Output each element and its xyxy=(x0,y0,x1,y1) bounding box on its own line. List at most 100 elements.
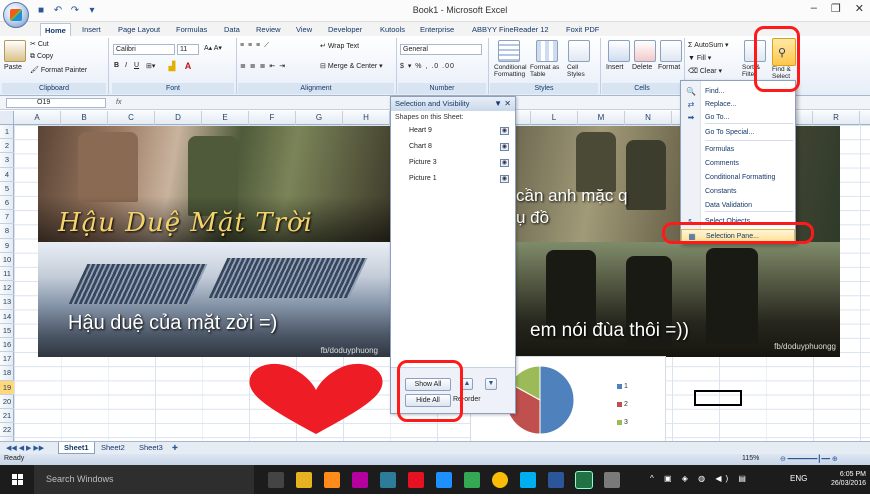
insert-sheet-icon[interactable]: ✚ xyxy=(172,444,178,452)
row-header-18[interactable]: 18 xyxy=(0,366,14,381)
copy-button[interactable]: ⧉ Copy xyxy=(30,53,53,61)
active-cell[interactable] xyxy=(694,390,742,406)
conditional-formatting-icon[interactable] xyxy=(498,40,520,62)
column-header-l[interactable]: L xyxy=(531,111,578,125)
fx-icon[interactable]: fx xyxy=(116,99,121,106)
menu-item-comments[interactable]: Comments xyxy=(681,157,795,170)
name-box[interactable]: O19 xyxy=(6,98,106,108)
word-icon[interactable] xyxy=(548,472,564,488)
menu-item-formulas[interactable]: Formulas xyxy=(681,143,795,156)
move-down-icon[interactable]: ▼ xyxy=(485,378,497,390)
undo-icon[interactable]: ↶ xyxy=(51,4,65,18)
select-all-corner[interactable] xyxy=(0,111,14,125)
file-explorer-icon[interactable] xyxy=(296,472,312,488)
column-header-g[interactable]: G xyxy=(296,111,343,125)
row-header-11[interactable]: 11 xyxy=(0,267,14,282)
cell-styles-icon[interactable] xyxy=(568,40,590,62)
row-header-19[interactable]: 19 xyxy=(0,380,14,395)
minimize-icon[interactable]: – xyxy=(811,2,817,15)
menu-item-conditional-formatting[interactable]: Conditional Formatting xyxy=(681,171,795,184)
shape-item-picture-1[interactable]: Picture 1 ◉ xyxy=(395,172,511,186)
italic-button[interactable]: I xyxy=(125,62,127,69)
menu-item-replace[interactable]: ⇄ Replace... xyxy=(681,98,795,111)
shape-item-heart[interactable]: Heart 9 ◉ xyxy=(395,124,511,138)
tab-view[interactable]: View xyxy=(292,23,316,36)
tab-formulas[interactable]: Formulas xyxy=(172,23,211,36)
row-header-1[interactable]: 1 xyxy=(0,125,14,140)
heart-shape[interactable] xyxy=(246,362,386,436)
font-name-select[interactable]: Calibri xyxy=(113,44,175,55)
conditional-formatting-label[interactable]: Conditional Formatting xyxy=(494,64,530,78)
row-header-9[interactable]: 9 xyxy=(0,239,14,253)
eye-icon[interactable]: ◉ xyxy=(500,143,509,151)
row-header-16[interactable]: 16 xyxy=(0,338,14,353)
fill-button[interactable]: ▼ Fill ▾ xyxy=(688,54,711,62)
excel-icon[interactable] xyxy=(575,471,593,489)
row-header-7[interactable]: 7 xyxy=(0,210,14,225)
bold-button[interactable]: B xyxy=(114,62,119,69)
skype-icon[interactable] xyxy=(520,472,536,488)
row-header-8[interactable]: 8 xyxy=(0,224,14,239)
eye-icon[interactable]: ◉ xyxy=(500,159,509,167)
start-button[interactable] xyxy=(0,465,34,494)
format-label[interactable]: Format xyxy=(658,64,680,71)
borders-icon[interactable]: ⊞▾ xyxy=(146,62,155,70)
restore-icon[interactable]: ❐ xyxy=(831,2,841,15)
row-header-6[interactable]: 6 xyxy=(0,196,14,211)
column-header-b[interactable]: B xyxy=(61,111,108,125)
currency-icon[interactable]: $ ▾ % , .0 .00 xyxy=(400,62,455,70)
menu-item-go-to-special[interactable]: Go To Special... xyxy=(681,126,795,139)
tab-home[interactable]: Home xyxy=(40,23,71,36)
cell-styles-label[interactable]: Cell Styles xyxy=(567,64,593,78)
delete-label[interactable]: Delete xyxy=(632,64,652,71)
column-header-d[interactable]: D xyxy=(155,111,202,125)
row-header-14[interactable]: 14 xyxy=(0,310,14,324)
app-icon[interactable] xyxy=(464,472,480,488)
underline-button[interactable]: U xyxy=(134,62,139,69)
column-header-n[interactable]: N xyxy=(625,111,672,125)
fill-color-icon[interactable]: ▟ xyxy=(166,60,178,72)
row-header-21[interactable]: 21 xyxy=(0,409,14,424)
row-header-4[interactable]: 4 xyxy=(0,168,14,182)
row-header-5[interactable]: 5 xyxy=(0,182,14,196)
tab-data[interactable]: Data xyxy=(220,23,244,36)
sheet-tab-1[interactable]: Sheet1 xyxy=(58,442,95,454)
app-icon[interactable] xyxy=(604,472,620,488)
tab-kutools[interactable]: Kutools xyxy=(376,23,409,36)
number-format-select[interactable]: General xyxy=(400,44,482,55)
system-tray-icons[interactable]: ^ ▣ ◈ ◍ ◀) ▤ xyxy=(650,474,750,483)
column-header-e[interactable]: E xyxy=(202,111,249,125)
clear-button[interactable]: ⌫ Clear ▾ xyxy=(688,67,722,75)
sheet-tab-2[interactable]: Sheet2 xyxy=(96,442,130,454)
format-table-icon[interactable] xyxy=(536,40,558,62)
taskbar-search[interactable]: Search Windows xyxy=(34,465,254,494)
app-icon[interactable] xyxy=(352,472,368,488)
font-color-icon[interactable]: A xyxy=(182,60,194,72)
row-header-17[interactable]: 17 xyxy=(0,352,14,367)
tab-page-layout[interactable]: Page Layout xyxy=(114,23,164,36)
row-header-22[interactable]: 22 xyxy=(0,423,14,438)
language-indicator[interactable]: ENG xyxy=(790,474,807,483)
app-icon[interactable] xyxy=(380,472,396,488)
row-header-3[interactable]: 3 xyxy=(0,153,14,168)
insert-label[interactable]: Insert xyxy=(606,64,624,71)
row-header-12[interactable]: 12 xyxy=(0,281,14,296)
grow-font-icon[interactable]: A▴ A▾ xyxy=(204,44,222,52)
column-header-r[interactable]: R xyxy=(813,111,860,125)
tab-review[interactable]: Review xyxy=(252,23,285,36)
row-header-15[interactable]: 15 xyxy=(0,324,14,338)
paste-icon[interactable] xyxy=(4,40,26,62)
row-header-2[interactable]: 2 xyxy=(0,139,14,154)
delete-cells-icon[interactable] xyxy=(634,40,656,62)
shape-item-picture-3[interactable]: Picture 3 ◉ xyxy=(395,156,511,170)
eye-icon[interactable]: ◉ xyxy=(500,175,509,183)
sheet-tab-3[interactable]: Sheet3 xyxy=(134,442,168,454)
wrap-text-button[interactable]: ↵ Wrap Text xyxy=(320,42,359,50)
tab-developer[interactable]: Developer xyxy=(324,23,366,36)
sheet-nav-icon[interactable]: ◀◀ ◀ ▶ ▶▶ xyxy=(6,444,44,452)
eye-icon[interactable]: ◉ xyxy=(500,127,509,135)
tab-abbyy[interactable]: ABBYY FineReader 12 xyxy=(468,23,553,36)
column-header-h[interactable]: H xyxy=(343,111,390,125)
format-cells-icon[interactable] xyxy=(660,40,682,62)
app-icon[interactable] xyxy=(408,472,424,488)
